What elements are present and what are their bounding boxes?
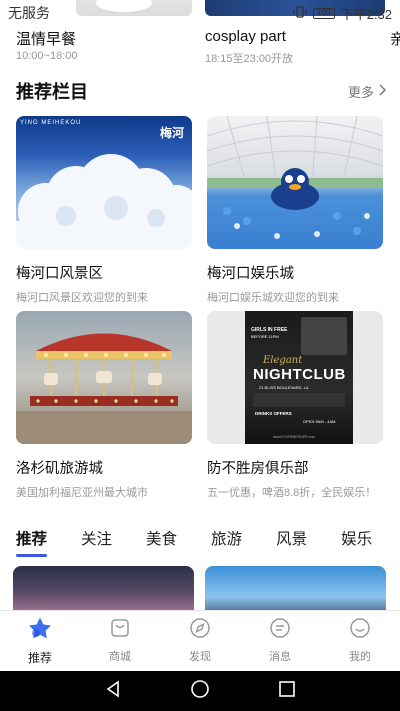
carousel-item-title[interactable]: 温情早餐 — [16, 28, 76, 49]
nav-recommend[interactable]: 推荐 — [0, 611, 80, 670]
poster-text: Elegant — [263, 355, 303, 366]
carousel-item-subtitle: 10:00~18:00 — [16, 50, 78, 62]
card-description: 梅河口娱乐城欢迎您的到来 — [207, 292, 339, 304]
poster-text: BEFORE 11PM — [251, 334, 279, 339]
compass-icon — [189, 617, 211, 644]
tab-travel[interactable]: 旅游 — [211, 527, 242, 549]
status-bar: 无服务 100 下午2:32 — [0, 0, 400, 26]
poster-text: OPEN 9AM - 4AM — [303, 419, 336, 424]
category-tabs: 推荐 关注 美食 旅游 风景 娱乐 — [0, 520, 400, 557]
carousel-item-subtitle: 18:15至23:00开放 — [205, 53, 294, 65]
feed-item-image[interactable] — [205, 566, 386, 610]
card-title[interactable]: 梅河口风景区 — [16, 262, 192, 283]
nightclub-poster: GIRLS IN FREE BEFORE 11PM Elegant NIGHTC… — [245, 311, 353, 444]
chevron-right-icon — [378, 83, 387, 99]
home-icon[interactable] — [190, 679, 210, 704]
tab-recommend[interactable]: 推荐 — [16, 527, 48, 557]
nav-discover[interactable]: 发现 — [160, 611, 240, 670]
bottom-navigation: 推荐 商城 发现 消息 我的 — [0, 610, 400, 670]
card-image[interactable]: YING MEIHEKOU 梅河 — [16, 116, 192, 249]
clock: 下午2:32 — [340, 6, 392, 22]
tab-follow[interactable]: 关注 — [81, 527, 112, 549]
section-header: 推荐栏目 更多 — [16, 78, 387, 104]
recommend-card[interactable]: 梅河口娱乐城 梅河口娱乐城欢迎您的到来 — [207, 116, 383, 305]
carousel-item-title[interactable]: cosplay part — [205, 28, 286, 45]
recents-icon[interactable] — [278, 680, 296, 703]
card-image[interactable] — [16, 311, 192, 444]
card-title[interactable]: 梅河口娱乐城 — [207, 262, 383, 283]
tab-scenery[interactable]: 风景 — [276, 527, 307, 549]
profile-icon — [349, 617, 371, 644]
message-icon — [269, 617, 291, 644]
more-link[interactable]: 更多 — [348, 82, 387, 101]
recommend-card[interactable]: GIRLS IN FREE BEFORE 11PM Elegant NIGHTC… — [207, 311, 383, 500]
system-navigation-bar — [0, 671, 400, 711]
carousel-item-title[interactable]: 亲 — [390, 28, 400, 49]
card-image[interactable] — [207, 116, 383, 249]
poster-text: DRINKS OFFERS — [255, 411, 292, 416]
section-title: 推荐栏目 — [16, 82, 88, 102]
card-title[interactable]: 洛杉矶旅游城 — [16, 457, 192, 478]
status-icons: 100 下午2:32 — [293, 4, 392, 23]
nav-label: 推荐 — [27, 650, 52, 665]
card-description: 五一优惠，啤酒8.8折，全民娱乐！ — [207, 487, 377, 499]
nav-messages[interactable]: 消息 — [240, 611, 320, 670]
nav-label: 商城 — [109, 651, 131, 663]
nav-label: 消息 — [269, 651, 291, 663]
carrier-label: 无服务 — [8, 5, 50, 21]
nav-profile[interactable]: 我的 — [320, 611, 400, 670]
battery-icon: 100 — [312, 7, 335, 19]
card-description: 美国加利福尼亚州最大城市 — [16, 487, 148, 499]
nav-mall[interactable]: 商城 — [80, 611, 160, 670]
poster-headline: NIGHTCLUB — [253, 366, 346, 383]
card-title[interactable]: 防不胜房俱乐部 — [207, 457, 383, 478]
more-label[interactable]: 更多 — [348, 82, 374, 101]
recommend-card[interactable]: YING MEIHEKOU 梅河 梅河口风景区 梅河口风景区欢迎您的到来 — [16, 116, 192, 305]
card-description: 梅河口风景区欢迎您的到来 — [16, 292, 148, 304]
recommend-card[interactable]: 洛杉矶旅游城 美国加利福尼亚州最大城市 — [16, 311, 192, 500]
feed-item-image[interactable] — [13, 566, 194, 610]
tab-food[interactable]: 美食 — [146, 527, 177, 549]
shopping-bag-icon — [109, 617, 131, 644]
poster-text: 21 BLISS BOULEVARD, LA — [259, 385, 309, 390]
image-caption: YING MEIHEKOU — [20, 120, 82, 126]
poster-text: GIRLS IN FREE — [251, 327, 288, 333]
star-icon — [27, 616, 53, 645]
back-icon[interactable] — [104, 679, 122, 703]
nav-label: 发现 — [189, 651, 211, 663]
tab-entertainment[interactable]: 娱乐 — [341, 527, 372, 549]
image-caption: 梅河 — [159, 126, 184, 140]
poster-text: www.FLYERMERGER.com — [273, 435, 316, 439]
vibrate-icon — [293, 5, 307, 21]
nav-label: 我的 — [349, 651, 371, 663]
card-image[interactable]: GIRLS IN FREE BEFORE 11PM Elegant NIGHTC… — [207, 311, 383, 444]
